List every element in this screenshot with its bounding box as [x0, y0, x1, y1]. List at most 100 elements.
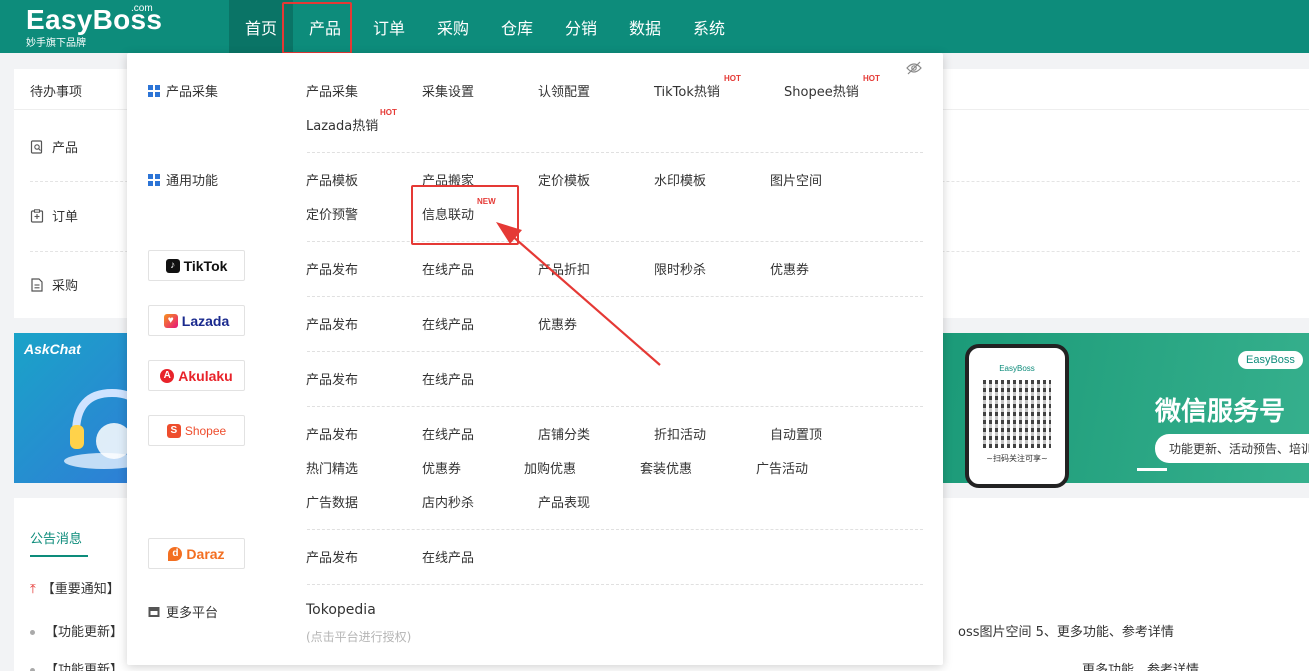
tiktok-logo[interactable]: ♪ TikTok [148, 250, 245, 281]
nav-home[interactable]: 首页 [229, 0, 293, 53]
akulaku-logo[interactable]: A Akulaku [148, 360, 245, 391]
notice-text: 【功能更新】 [45, 663, 124, 671]
new-tag: NEW [477, 197, 496, 206]
notice-row[interactable]: 【功能更新】 [30, 621, 123, 640]
eye-hidden-icon[interactable] [906, 61, 922, 75]
nav-purchase[interactable]: 采购 [421, 0, 485, 53]
lazada-logo[interactable]: ♥ Lazada [148, 305, 245, 336]
nav-distribution[interactable]: 分销 [549, 0, 613, 53]
menu-item[interactable]: 图片空间 [770, 170, 822, 189]
section-more: 更多平台 [148, 602, 218, 621]
menu-item[interactable]: 水印模板 [654, 170, 706, 189]
menu-item[interactable]: 在线产品 [422, 547, 474, 566]
menu-item[interactable]: 定价预警 [306, 204, 358, 223]
menu-item[interactable]: 套装优惠 [640, 458, 692, 477]
daraz-icon: d [168, 546, 183, 561]
clipboard-icon [30, 208, 44, 223]
store-icon [148, 606, 160, 617]
divider [307, 241, 923, 242]
section-collect: 产品采集 [148, 81, 218, 100]
document-icon [31, 277, 43, 292]
todo-row-purchase[interactable]: 采购 [30, 275, 78, 294]
todo-row-product[interactable]: 产品 [30, 137, 78, 156]
nav-system[interactable]: 系统 [677, 0, 741, 53]
menu-item[interactable]: 产品表现 [538, 492, 590, 511]
nav-orders[interactable]: 订单 [357, 0, 421, 53]
divider [307, 152, 923, 153]
divider [307, 296, 923, 297]
menu-item[interactable]: 在线产品 [422, 424, 474, 443]
menu-item[interactable]: 在线产品 [422, 259, 474, 278]
menu-item[interactable]: 产品采集 [306, 81, 358, 100]
platform-name: Akulaku [178, 367, 233, 384]
askchat-banner[interactable]: AskChat [14, 333, 144, 483]
menu-item[interactable]: Lazada热销 [306, 115, 378, 134]
section-title: 通用功能 [166, 174, 219, 189]
section-title: 更多平台 [166, 606, 219, 621]
section-title: 产品采集 [166, 85, 219, 100]
menu-item[interactable]: 采集设置 [422, 81, 474, 100]
nav-product[interactable]: 产品 [293, 0, 357, 53]
menu-item[interactable]: Shopee热销 [784, 81, 859, 100]
notice-row[interactable]: 【功能更新】 [30, 659, 123, 671]
menu-item-tokopedia[interactable]: Tokopedia [306, 602, 376, 618]
menu-item[interactable]: 加购优惠 [524, 458, 576, 477]
menu-item[interactable]: 折扣活动 [654, 424, 706, 443]
notice-row[interactable]: ⤒ 【重要通知】 [30, 578, 120, 597]
bullet-icon [30, 630, 35, 635]
phone-mockup: EasyBoss ~扫码关注可享~ [965, 344, 1069, 488]
menu-item[interactable]: TikTok热销 [654, 81, 720, 100]
menu-item[interactable]: 限时秒杀 [654, 259, 706, 278]
menu-item[interactable]: 产品折扣 [538, 259, 590, 278]
menu-item[interactable]: 产品发布 [306, 369, 358, 388]
menu-item[interactable]: 产品发布 [306, 259, 358, 278]
platform-name: Shopee [184, 423, 227, 438]
nav-data[interactable]: 数据 [613, 0, 677, 53]
menu-item[interactable]: 在线产品 [422, 314, 474, 333]
menu-item[interactable]: 产品发布 [306, 547, 358, 566]
menu-item[interactable]: 优惠券 [770, 259, 809, 278]
menu-item[interactable]: 产品搬家 [422, 170, 474, 189]
authorize-hint: (点击平台进行授权) [306, 630, 412, 644]
notice-text: 【功能更新】 [45, 625, 124, 640]
notice-tail: 更多功能、参考详情 [1082, 663, 1200, 671]
scan-text: ~扫码关注可享~ [986, 454, 1048, 463]
menu-item[interactable]: 优惠券 [538, 314, 577, 333]
daraz-logo[interactable]: d Daraz [148, 538, 245, 569]
menu-item[interactable]: 热门精选 [306, 458, 358, 477]
divider [307, 584, 923, 585]
menu-item[interactable]: 广告数据 [306, 492, 358, 511]
menu-item[interactable]: 店铺分类 [538, 424, 590, 443]
menu-item[interactable]: 产品发布 [306, 424, 358, 443]
menu-item[interactable]: 认领配置 [538, 81, 590, 100]
wechat-banner[interactable]: EasyBoss ~扫码关注可享~ EasyBoss 微信服务号 功能更新、活动… [943, 333, 1309, 488]
menu-item[interactable]: 产品发布 [306, 314, 358, 333]
todo-label: 产品 [52, 141, 79, 156]
document-search-icon [30, 139, 43, 154]
notice-tail: oss图片空间 5、更多功能、参考详情 [958, 625, 1174, 640]
menu-item-info-link[interactable]: 信息联动 [422, 204, 474, 223]
platform-name: Daraz [186, 545, 225, 562]
todo-row-order[interactable]: 订单 [30, 206, 78, 225]
product-dropdown-menu: 产品采集 产品采集 采集设置 认领配置 TikTok热销 HOT Shopee热… [127, 53, 943, 665]
shopee-logo[interactable]: S Shopee [148, 415, 245, 446]
grid-icon [148, 84, 160, 97]
hot-tag: HOT [380, 108, 397, 117]
logo[interactable]: EasyBoss .com 妙手旗下品牌 [26, 3, 162, 49]
divider [307, 406, 923, 407]
brand-badge: EasyBoss [1238, 351, 1303, 369]
menu-item[interactable]: 在线产品 [422, 369, 474, 388]
menu-item[interactable]: 店内秒杀 [422, 492, 474, 511]
tab-underline [30, 555, 88, 557]
notice-text: 【重要通知】 [41, 582, 120, 597]
logo-com: .com [131, 3, 153, 14]
menu-item[interactable]: 优惠券 [422, 458, 461, 477]
nav-warehouse[interactable]: 仓库 [485, 0, 549, 53]
menu-item[interactable]: 产品模板 [306, 170, 358, 189]
menu-item[interactable]: 定价模板 [538, 170, 590, 189]
menu-item[interactable]: 自动置顶 [770, 424, 822, 443]
phone-brand: EasyBoss [999, 364, 1035, 373]
banner-title: AskChat [24, 341, 81, 357]
tab-notices[interactable]: 公告消息 [30, 528, 82, 547]
menu-item[interactable]: 广告活动 [756, 458, 808, 477]
